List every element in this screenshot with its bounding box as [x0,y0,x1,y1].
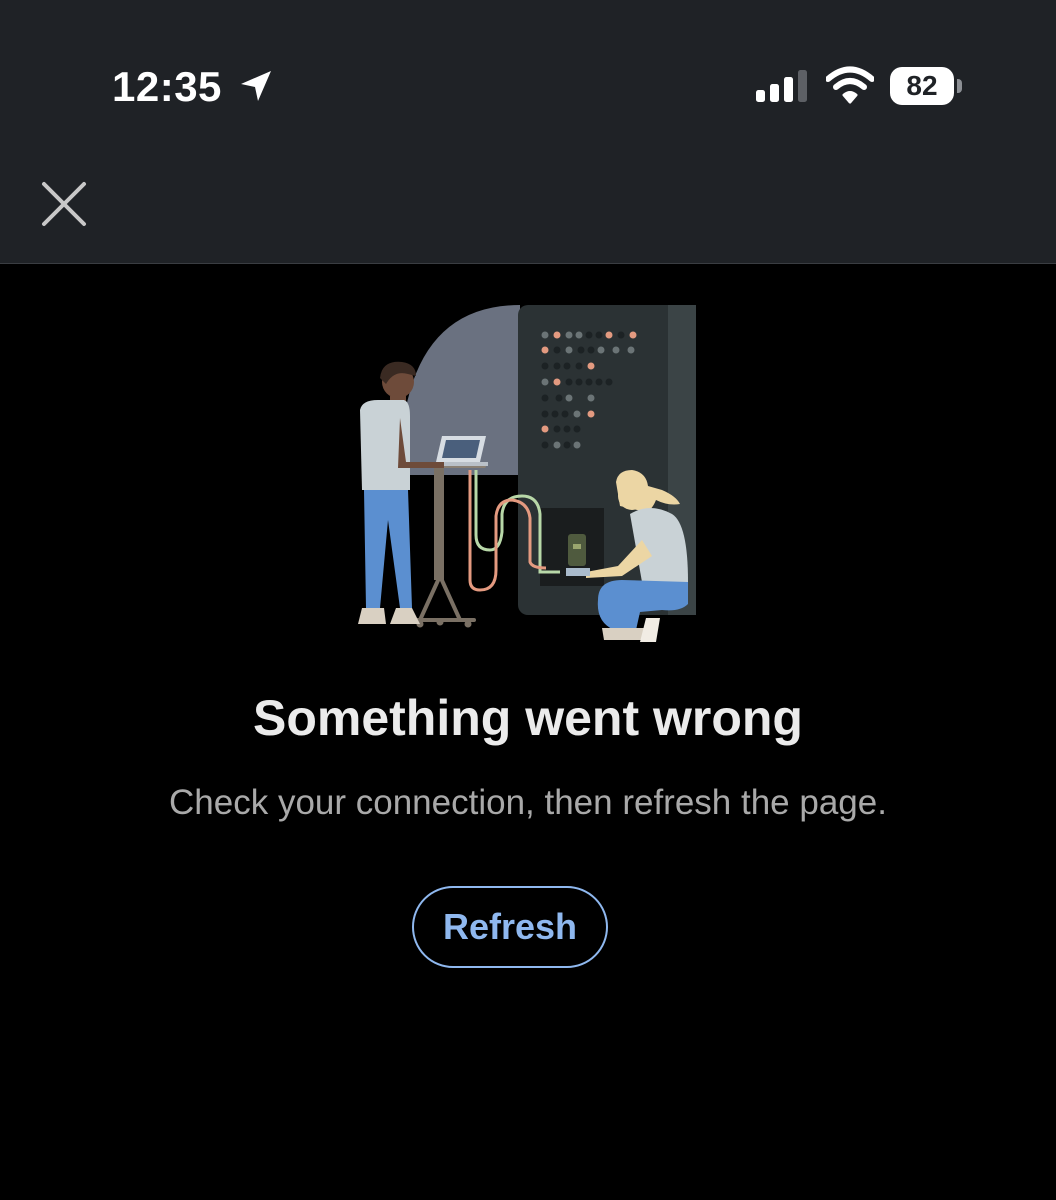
close-icon[interactable] [36,176,92,232]
battery-icon: 82 [890,67,964,105]
top-bar: 12:35 82 [0,0,1056,264]
battery-level: 82 [906,70,938,101]
rack-device [568,534,586,566]
wifi-icon [826,66,874,104]
server-maintenance-illustration [358,305,696,642]
location-arrow-icon [241,71,271,101]
cellular-signal-icon [756,70,807,102]
battery-cap [957,79,962,93]
error-message: Check your connection, then refresh the … [169,783,887,822]
status-time: 12:35 [112,63,222,110]
refresh-button[interactable]: Refresh [412,886,608,968]
desk-leg [434,468,444,580]
error-title: Something went wrong [253,690,803,746]
